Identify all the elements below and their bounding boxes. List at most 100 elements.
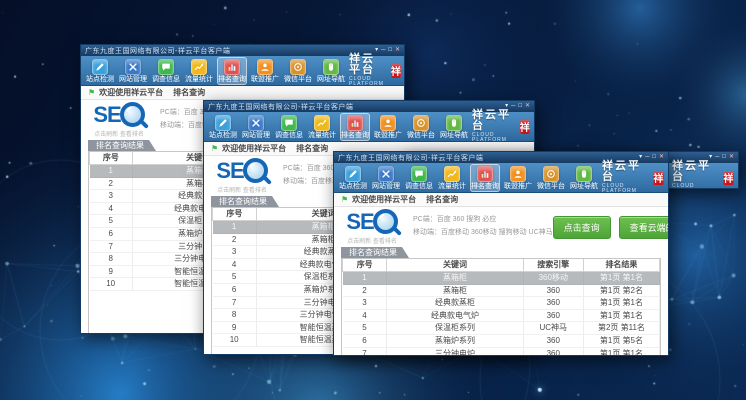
query-button[interactable]: 点击查询	[553, 216, 611, 239]
cell-index: 1	[343, 272, 387, 285]
window-title: 广东九度王国网络有限公司-祥云平台客户端	[338, 153, 639, 163]
cell-index: 2	[90, 177, 133, 190]
maximize-button[interactable]: □	[388, 47, 392, 54]
breadcrumb-page: 排名查询	[173, 87, 205, 98]
content-area: SE 点击刷新 查看排名 PC端：百度 360 搜狗 必应 移动端：百度移动 3…	[334, 207, 668, 355]
brand-name: 祥云平台	[672, 161, 720, 183]
toolbar-item[interactable]: 调查信息	[274, 113, 304, 141]
seo-wordmark: SE	[93, 104, 120, 126]
close-button[interactable]: ✕	[729, 154, 734, 161]
table-row[interactable]: 1 蒸箱柜 360移动 第1页 第1名	[343, 272, 660, 285]
col-rank: 排名结果	[583, 259, 659, 272]
table-row[interactable]: 6 蒸箱炉系列 360 第1页 第5名	[343, 334, 660, 347]
toolbar-item[interactable]: 微信平台	[283, 57, 313, 85]
main-toolbar: 站点检测 网站管理 调查信息	[204, 112, 534, 142]
col-index: 序号	[343, 259, 387, 272]
toolbar-item-icon	[444, 166, 460, 182]
toolbar-item[interactable]: 网站管理	[371, 164, 401, 192]
brand-name: 祥云平台	[349, 54, 388, 76]
view-cloud-rank-button[interactable]: 查看云端的排名	[619, 216, 668, 239]
toolbar-item[interactable]: 微信平台	[536, 164, 566, 192]
table-row[interactable]: 7 三分钟电炉 360 第1页 第1名	[343, 347, 660, 355]
rank-table-container: 序号 关键词 搜索引擎 排名结果 1 蒸箱柜 360移动	[341, 258, 661, 355]
table-row[interactable]: 4 经典款电气炉 360 第1页 第1名	[343, 309, 660, 322]
toolbar-item[interactable]: 流量统计	[437, 164, 467, 192]
minimize-button[interactable]: ─	[645, 154, 649, 161]
magnifier-icon	[120, 102, 145, 127]
skin-button[interactable]: ▾	[375, 47, 378, 54]
toolbar-item-label: 站点检测	[209, 132, 237, 139]
toolbar-item[interactable]: 排名查询	[340, 113, 370, 141]
table-row[interactable]: 2 蒸箱柜 360 第1页 第2名	[343, 284, 660, 297]
toolbar-item[interactable]: 联盟推广	[250, 57, 280, 85]
toolbar-item[interactable]: 排名查询	[217, 57, 247, 85]
toolbar-item[interactable]: 网址导航	[316, 57, 346, 85]
close-button[interactable]: ✕	[659, 154, 664, 161]
cell-index: 9	[90, 265, 133, 278]
breadcrumb: ⚑ 欢迎使用祥云平台 排名查询	[334, 193, 668, 207]
toolbar-item-label: 站点检测	[86, 76, 114, 83]
close-button[interactable]: ✕	[525, 103, 530, 110]
tab-rank-results[interactable]: 排名查询结果	[211, 196, 279, 207]
breadcrumb-page: 排名查询	[296, 143, 328, 154]
breadcrumb: ⚑ 欢迎使用祥云平台 排名查询	[81, 86, 404, 100]
toolbar-glyph-icon	[95, 62, 105, 72]
toolbar-item[interactable]: 流量统计	[307, 113, 337, 141]
cell-rank: 第1页 第1名	[583, 272, 659, 285]
window-title: 广东九度王国网络有限公司-祥云平台客户端	[208, 102, 505, 112]
toolbar-item[interactable]: 联盟推广	[503, 164, 533, 192]
maximize-button[interactable]: □	[652, 154, 656, 161]
breadcrumb-page: 排名查询	[426, 194, 458, 205]
cell-rank: 第1页 第5名	[583, 334, 659, 347]
toolbar-item[interactable]: 调查信息	[151, 57, 181, 85]
toolbar-item[interactable]: 联盟推广	[373, 113, 403, 141]
toolbar-item[interactable]: 站点检测	[338, 164, 368, 192]
toolbar-item[interactable]: 排名查询	[470, 164, 500, 192]
maximize-button[interactable]: □	[722, 154, 726, 161]
minimize-button[interactable]: ─	[381, 47, 385, 54]
table-row[interactable]: 3 经典款蒸柜 360 第1页 第1名	[343, 297, 660, 310]
cell-engine: 360移动	[523, 272, 583, 285]
cell-index: 6	[213, 283, 257, 296]
cell-keyword: 蒸箱柜	[387, 284, 523, 297]
toolbar-item[interactable]: 站点检测	[208, 113, 238, 141]
main-toolbar: 站点检测 网站管理 调查信息	[334, 163, 668, 193]
toolbar-item[interactable]: 网站管理	[241, 113, 271, 141]
table-row[interactable]: 5 保温柜系列 UC神马 第2页 第11名	[343, 322, 660, 335]
brand-logo: 祥云平台 CLOUD PLATFORM 祥	[349, 54, 401, 87]
seo-caption: 点击刷新 查看排名	[347, 236, 397, 245]
cell-index: 10	[213, 334, 257, 347]
cell-keyword: 经典款蒸柜	[387, 297, 523, 310]
action-buttons: 点击查询 查看云端的排名	[553, 216, 668, 239]
toolbar-item[interactable]: 调查信息	[404, 164, 434, 192]
toolbar-item[interactable]: 站点检测	[85, 57, 115, 85]
cell-engine: 360	[523, 347, 583, 355]
tab-rank-results[interactable]: 排名查询结果	[341, 247, 409, 258]
toolbar-item[interactable]: 微信平台	[406, 113, 436, 141]
minimize-button[interactable]: ─	[511, 103, 515, 110]
toolbar-item[interactable]: 网址导航	[569, 164, 599, 192]
minimize-button[interactable]: ─	[715, 154, 719, 161]
toolbar-item-label: 流量统计	[185, 76, 213, 83]
brand-logo: 祥云平台 CLOUD PLATFORM 祥	[602, 161, 664, 194]
flag-icon: ⚑	[88, 89, 95, 97]
tab-rank-results[interactable]: 排名查询结果	[88, 140, 156, 151]
toolbar-glyph-icon	[317, 118, 327, 128]
toolbar-glyph-icon	[251, 118, 261, 128]
cell-index: 5	[213, 271, 257, 284]
close-button[interactable]: ✕	[395, 47, 400, 54]
toolbar-item[interactable]: 网站管理	[118, 57, 148, 85]
window-title: 广东九度王国网络有限公司-祥云平台客户端	[85, 46, 375, 56]
toolbar-item[interactable]: 网址导航	[439, 113, 469, 141]
toolbar-glyph-icon	[383, 118, 393, 128]
seo-header-row: SE 点击刷新 查看排名 PC端：百度 360 搜狗 必应 移动端：百度移动 3…	[341, 209, 661, 245]
cell-keyword: 蒸箱柜	[387, 272, 523, 285]
cell-index: 2	[213, 233, 257, 246]
toolbar-item-icon	[576, 166, 592, 182]
toolbar-item-icon	[248, 115, 264, 131]
maximize-button[interactable]: □	[518, 103, 522, 110]
toolbar-item-label: 站点检测	[339, 183, 367, 190]
toolbar-item-icon	[323, 59, 339, 75]
toolbar-item-icon	[257, 59, 273, 75]
toolbar-item[interactable]: 流量统计	[184, 57, 214, 85]
